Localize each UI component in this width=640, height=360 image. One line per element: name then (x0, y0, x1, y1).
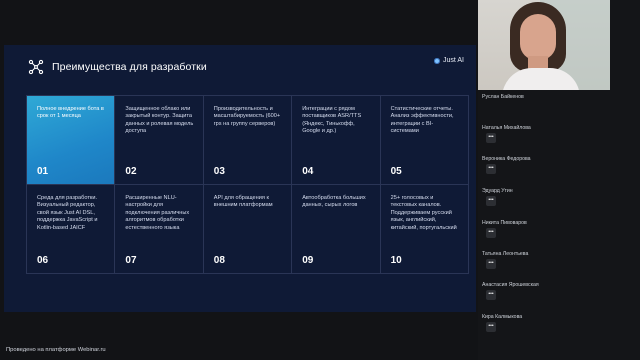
advantage-text: Производительность и масштабируемость (6… (213, 106, 281, 127)
advantage-card: Расширенные NLU-настройки для подключени… (115, 185, 204, 274)
advantage-text: Автообработка больших данных, сырых лого… (302, 195, 366, 209)
advantage-card: Статистические отчеты. Анализ эффективно… (380, 96, 469, 185)
more-icon[interactable]: ••• (486, 290, 496, 300)
presentation-area: Преимущества для разработки Just AI Полн… (0, 0, 478, 360)
more-icon[interactable]: ••• (486, 228, 496, 238)
brand-logo: Just AI (433, 57, 464, 64)
advantage-card: Интеграции с рядом поставщиков ASR/TTS (… (292, 96, 381, 185)
advantage-number: 10 (390, 255, 402, 266)
more-icon[interactable]: ••• (486, 259, 496, 269)
speaker-video[interactable] (478, 0, 610, 90)
more-icon[interactable]: ••• (486, 196, 496, 206)
advantage-card: Среда для разработки. Визуальный редакто… (27, 185, 116, 274)
participant-name: Вероника Федорова (482, 156, 531, 162)
advantage-text: Полное внедрение бота в срок от 1 месяца (37, 106, 104, 120)
brand-icon (433, 57, 440, 64)
advantage-number: 05 (390, 166, 402, 177)
advantage-number: 06 (37, 255, 49, 266)
slide-title: Преимущества для разработки (52, 61, 207, 73)
advantage-text: Расширенные NLU-настройки для подключени… (125, 195, 190, 231)
advantage-card: Автообработка больших данных, сырых лого… (292, 185, 381, 274)
participant-name: Руслан Байкенов (482, 94, 524, 100)
participant-name: Никита Пивоваров (482, 220, 527, 226)
slide: Преимущества для разработки Just AI Полн… (4, 45, 476, 312)
advantage-text: Среда для разработки. Визуальный редакто… (37, 195, 98, 231)
advantage-card: Производительность и масштабируемость (6… (203, 96, 293, 185)
advantage-text: Интеграции с рядом поставщиков ASR/TTS (… (302, 106, 362, 135)
advantage-number: 04 (302, 166, 314, 177)
advantage-text: Статистические отчеты. Анализ эффективно… (390, 106, 454, 135)
more-icon[interactable]: ••• (486, 164, 496, 174)
platform-footer-text: Проведено на платформе Webinar.ru (6, 347, 106, 353)
advantage-text: Защищенное облако или закрытый контур. З… (125, 106, 194, 135)
advantage-text: 25+ голосовых и текстовых каналов. Подде… (390, 195, 457, 231)
network-nodes-icon (28, 59, 44, 75)
advantage-number: 02 (125, 166, 137, 177)
participant-name: Татьяна Леонтьева (482, 251, 529, 257)
speaker-face (520, 14, 556, 60)
brand-name: Just AI (442, 57, 464, 64)
more-icon[interactable]: ••• (486, 133, 496, 143)
advantages-grid: Полное внедрение бота в срок от 1 месяца… (26, 95, 469, 274)
participant-name: Анастасия Ярошевская (482, 282, 539, 288)
advantage-number: 07 (125, 255, 137, 266)
more-icon[interactable]: ••• (486, 322, 496, 332)
advantage-card: Полное внедрение бота в срок от 1 месяца… (27, 96, 116, 185)
participant-name: Наталья Михайлова (482, 125, 531, 131)
participant-name: Кира Калмыкова (482, 314, 523, 320)
participant-item[interactable]: Кира Калмыкова ••• (482, 314, 632, 358)
participant-name: Эдуард Утин (482, 188, 513, 194)
advantage-number: 09 (302, 255, 314, 266)
advantage-number: 03 (213, 166, 225, 177)
advantage-card: API для обращения к внешним платформам 0… (203, 185, 293, 274)
footer-bar: Проведено на платформе Webinar.ru (0, 344, 478, 360)
slide-header: Преимущества для разработки (28, 59, 207, 75)
advantage-number: 08 (213, 255, 225, 266)
advantage-number: 01 (37, 166, 49, 177)
advantage-card: 25+ голосовых и текстовых каналов. Подде… (380, 185, 469, 274)
advantage-text: API для обращения к внешним платформам (213, 195, 273, 209)
advantage-card: Защищенное облако или закрытый контур. З… (115, 96, 204, 185)
